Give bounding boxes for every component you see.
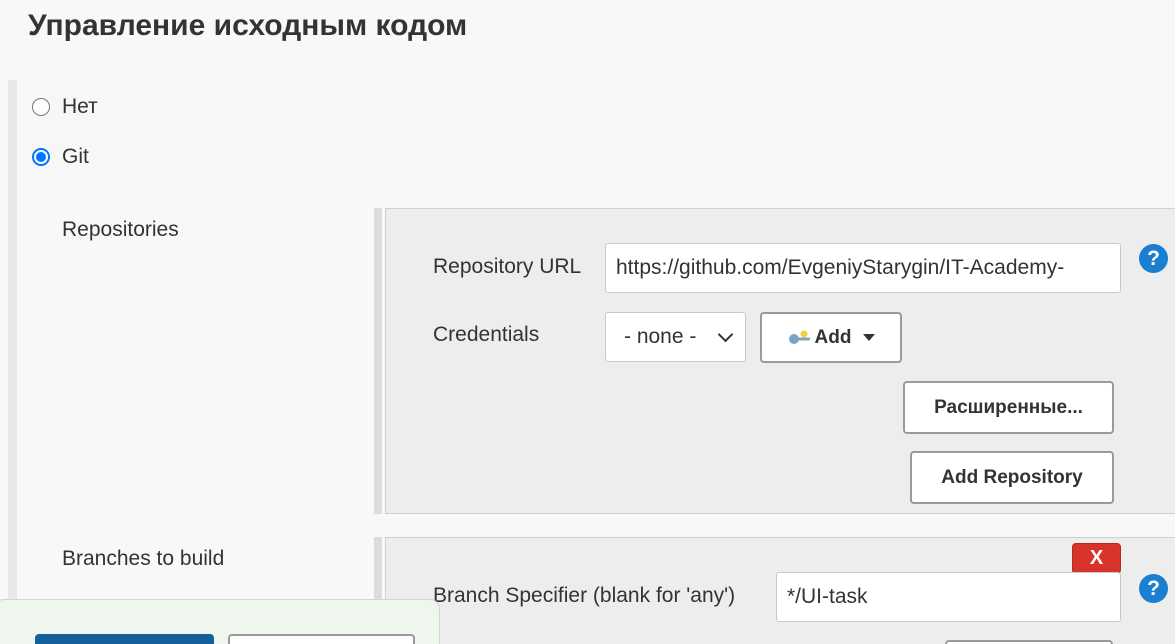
repositories-rail xyxy=(374,208,382,514)
scm-option-none[interactable]: Нет xyxy=(32,94,98,120)
scm-options-area xyxy=(17,80,1175,180)
repository-url-input[interactable]: https://github.com/EvgeniyStarygin/IT-Ac… xyxy=(605,243,1121,293)
credentials-select[interactable]: - none - xyxy=(605,312,746,362)
add-repository-button[interactable]: Add Repository xyxy=(910,451,1114,504)
save-button[interactable] xyxy=(35,634,214,644)
section-title: Управление исходным кодом xyxy=(28,9,468,42)
branch-specifier-label: Branch Specifier (blank for 'any') xyxy=(433,584,736,607)
add-credentials-button[interactable]: Add xyxy=(760,312,902,363)
section-rail xyxy=(8,80,17,644)
credentials-select-value: - none - xyxy=(624,325,697,348)
key-icon xyxy=(788,330,810,344)
scm-option-git[interactable]: Git xyxy=(32,144,89,170)
credentials-label: Credentials xyxy=(433,323,540,346)
radio-none[interactable] xyxy=(32,98,50,116)
job-config-page: Управление исходным кодом Нет Git Reposi… xyxy=(0,0,1175,644)
advanced-button[interactable]: Расширенные... xyxy=(903,381,1114,434)
chevron-down-icon xyxy=(717,326,734,342)
branches-label: Branches to build xyxy=(62,547,225,570)
radio-git[interactable] xyxy=(32,148,50,166)
add-credentials-label: Add xyxy=(814,326,852,348)
scm-option-none-label: Нет xyxy=(62,95,98,118)
apply-button[interactable] xyxy=(228,634,415,644)
branch-specifier-help-icon[interactable]: ? xyxy=(1139,574,1168,603)
scm-option-git-label: Git xyxy=(62,145,89,168)
repository-url-label: Repository URL xyxy=(433,255,582,278)
repositories-label: Repositories xyxy=(62,218,179,241)
delete-branch-button[interactable]: X xyxy=(1072,543,1121,574)
branch-specifier-input[interactable]: */UI-task xyxy=(776,572,1121,622)
repository-url-help-icon[interactable]: ? xyxy=(1139,244,1168,273)
dropdown-caret-icon xyxy=(863,334,876,341)
add-branch-button[interactable] xyxy=(945,640,1113,644)
